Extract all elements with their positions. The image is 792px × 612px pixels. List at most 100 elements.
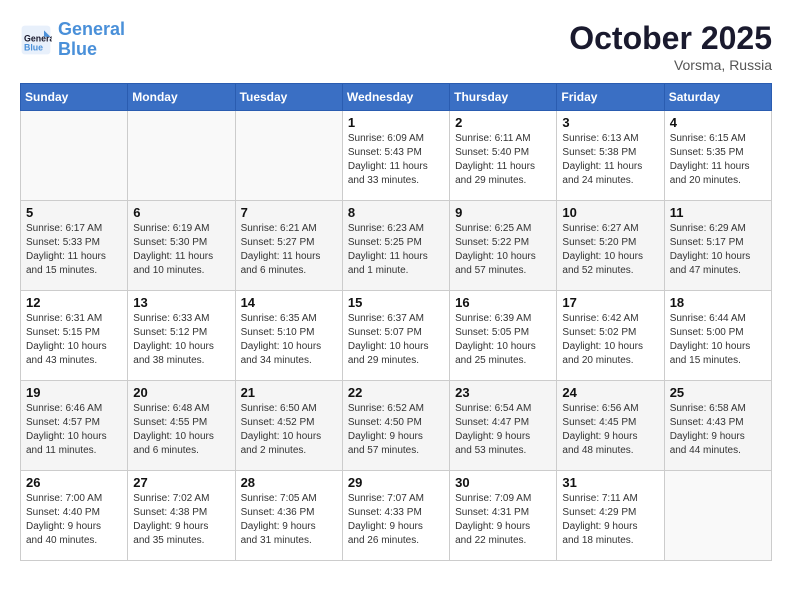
day-number: 8 [348,205,444,220]
svg-text:Blue: Blue [24,42,43,52]
calendar-cell: 31Sunrise: 7:11 AM Sunset: 4:29 PM Dayli… [557,471,664,561]
day-number: 7 [241,205,337,220]
calendar-cell: 7 Sunrise: 6:21 AM Sunset: 5:27 PM Daylig… [235,201,342,291]
calendar-cell: 27 Sunrise: 7:02 AM Sunset: 4:38 PM Dayli… [128,471,235,561]
calendar-cell: 30Sunrise: 7:09 AM Sunset: 4:31 PM Dayli… [450,471,557,561]
calendar-cell: 19Sunrise: 6:46 AM Sunset: 4:57 PM Dayli… [21,381,128,471]
calendar-cell: 14Sunrise: 6:35 AM Sunset: 5:10 PM Dayli… [235,291,342,381]
calendar-cell: 15 Sunrise: 6:37 AM Sunset: 5:07 PM Dayli… [342,291,449,381]
calendar-cell: 6 Sunrise: 6:19 AM Sunset: 5:30 PM Daylig… [128,201,235,291]
day-number: 11 [670,205,766,220]
day-info: Sunrise: 6:31 AM Sunset: 5:15 PM Dayligh… [26,312,122,368]
calendar-cell: 16 Sunrise: 6:39 AM Sunset: 5:05 PM Dayli… [450,291,557,381]
day-number: 17 [562,295,658,310]
day-number: 10 [562,205,658,220]
day-info: Sunrise: 6:29 AM Sunset: 5:17 PM Dayligh… [670,222,766,278]
day-info: Sunrise: 6:21 AM Sunset: 5:27 PM Dayligh… [241,222,337,278]
day-number: 20 [133,385,229,400]
day-number: 28 [241,475,337,490]
day-info: Sunrise: 6:35 AM Sunset: 5:10 PM Dayligh… [241,312,337,368]
day-number: 18 [670,295,766,310]
week-row-3: 12 Sunrise: 6:31 AM Sunset: 5:15 PM Dayli… [21,291,772,381]
calendar-cell: 10 Sunrise: 6:27 AM Sunset: 5:20 PM Dayli… [557,201,664,291]
calendar-cell: 4Sunrise: 6:15 AM Sunset: 5:35 PM Daylig… [664,111,771,201]
day-info: Sunrise: 6:46 AM Sunset: 4:57 PM Dayligh… [26,402,122,458]
day-info: Sunrise: 6:37 AM Sunset: 5:07 PM Dayligh… [348,312,444,368]
day-number: 16 [455,295,551,310]
calendar-cell: 22 Sunrise: 6:52 AM Sunset: 4:50 PM Dayli… [342,381,449,471]
day-info: Sunrise: 6:13 AM Sunset: 5:38 PM Dayligh… [562,132,658,188]
day-number: 21 [241,385,337,400]
day-number: 9 [455,205,551,220]
calendar-cell: 20 Sunrise: 6:48 AM Sunset: 4:55 PM Dayli… [128,381,235,471]
day-info: Sunrise: 6:09 AM Sunset: 5:43 PM Dayligh… [348,132,444,188]
calendar-cell: 3 Sunrise: 6:13 AM Sunset: 5:38 PM Daylig… [557,111,664,201]
calendar-cell: 8 Sunrise: 6:23 AM Sunset: 5:25 PM Daylig… [342,201,449,291]
calendar-body: 1Sunrise: 6:09 AM Sunset: 5:43 PM Daylig… [21,111,772,561]
page-header: General Blue GeneralBlue October 2025 Vo… [20,20,772,73]
col-header-monday: Monday [128,84,235,111]
day-number: 6 [133,205,229,220]
logo: General Blue GeneralBlue [20,20,125,60]
col-header-thursday: Thursday [450,84,557,111]
day-number: 15 [348,295,444,310]
calendar-table: SundayMondayTuesdayWednesdayThursdayFrid… [20,83,772,561]
day-info: Sunrise: 7:07 AM Sunset: 4:33 PM Dayligh… [348,492,444,548]
location: Vorsma, Russia [569,57,772,73]
day-number: 23 [455,385,551,400]
day-info: Sunrise: 6:11 AM Sunset: 5:40 PM Dayligh… [455,132,551,188]
calendar-cell: 26Sunrise: 7:00 AM Sunset: 4:40 PM Dayli… [21,471,128,561]
day-info: Sunrise: 6:58 AM Sunset: 4:43 PM Dayligh… [670,402,766,458]
title-block: October 2025 Vorsma, Russia [569,20,772,73]
day-info: Sunrise: 6:56 AM Sunset: 4:45 PM Dayligh… [562,402,658,458]
day-info: Sunrise: 6:27 AM Sunset: 5:20 PM Dayligh… [562,222,658,278]
day-info: Sunrise: 6:50 AM Sunset: 4:52 PM Dayligh… [241,402,337,458]
col-header-sunday: Sunday [21,84,128,111]
calendar-cell: 29Sunrise: 7:07 AM Sunset: 4:33 PM Dayli… [342,471,449,561]
day-info: Sunrise: 6:23 AM Sunset: 5:25 PM Dayligh… [348,222,444,278]
calendar-cell: 12 Sunrise: 6:31 AM Sunset: 5:15 PM Dayli… [21,291,128,381]
col-header-tuesday: Tuesday [235,84,342,111]
calendar-cell: 23Sunrise: 6:54 AM Sunset: 4:47 PM Dayli… [450,381,557,471]
logo-text: GeneralBlue [58,20,125,60]
calendar-cell: 17Sunrise: 6:42 AM Sunset: 5:02 PM Dayli… [557,291,664,381]
week-row-5: 26Sunrise: 7:00 AM Sunset: 4:40 PM Dayli… [21,471,772,561]
day-number: 3 [562,115,658,130]
month-title: October 2025 [569,20,772,57]
day-info: Sunrise: 6:19 AM Sunset: 5:30 PM Dayligh… [133,222,229,278]
logo-icon: General Blue [20,24,52,56]
day-number: 2 [455,115,551,130]
day-info: Sunrise: 7:00 AM Sunset: 4:40 PM Dayligh… [26,492,122,548]
day-number: 5 [26,205,122,220]
calendar-cell: 24 Sunrise: 6:56 AM Sunset: 4:45 PM Dayli… [557,381,664,471]
col-header-saturday: Saturday [664,84,771,111]
col-header-friday: Friday [557,84,664,111]
week-row-4: 19Sunrise: 6:46 AM Sunset: 4:57 PM Dayli… [21,381,772,471]
day-number: 13 [133,295,229,310]
day-info: Sunrise: 6:25 AM Sunset: 5:22 PM Dayligh… [455,222,551,278]
calendar-cell: 9 Sunrise: 6:25 AM Sunset: 5:22 PM Daylig… [450,201,557,291]
calendar-cell [21,111,128,201]
day-info: Sunrise: 6:48 AM Sunset: 4:55 PM Dayligh… [133,402,229,458]
day-info: Sunrise: 6:39 AM Sunset: 5:05 PM Dayligh… [455,312,551,368]
day-info: Sunrise: 7:05 AM Sunset: 4:36 PM Dayligh… [241,492,337,548]
col-header-wednesday: Wednesday [342,84,449,111]
day-number: 12 [26,295,122,310]
day-number: 30 [455,475,551,490]
calendar-cell: 25Sunrise: 6:58 AM Sunset: 4:43 PM Dayli… [664,381,771,471]
day-number: 22 [348,385,444,400]
day-info: Sunrise: 6:52 AM Sunset: 4:50 PM Dayligh… [348,402,444,458]
calendar-cell: 13Sunrise: 6:33 AM Sunset: 5:12 PM Dayli… [128,291,235,381]
calendar-header: SundayMondayTuesdayWednesdayThursdayFrid… [21,84,772,111]
calendar-cell [235,111,342,201]
day-info: Sunrise: 7:11 AM Sunset: 4:29 PM Dayligh… [562,492,658,548]
calendar-cell: 11 Sunrise: 6:29 AM Sunset: 5:17 PM Dayli… [664,201,771,291]
day-info: Sunrise: 7:02 AM Sunset: 4:38 PM Dayligh… [133,492,229,548]
day-number: 27 [133,475,229,490]
day-number: 24 [562,385,658,400]
calendar-cell [128,111,235,201]
calendar-cell [664,471,771,561]
week-row-2: 5Sunrise: 6:17 AM Sunset: 5:33 PM Daylig… [21,201,772,291]
calendar-cell: 1Sunrise: 6:09 AM Sunset: 5:43 PM Daylig… [342,111,449,201]
calendar-cell: 18Sunrise: 6:44 AM Sunset: 5:00 PM Dayli… [664,291,771,381]
